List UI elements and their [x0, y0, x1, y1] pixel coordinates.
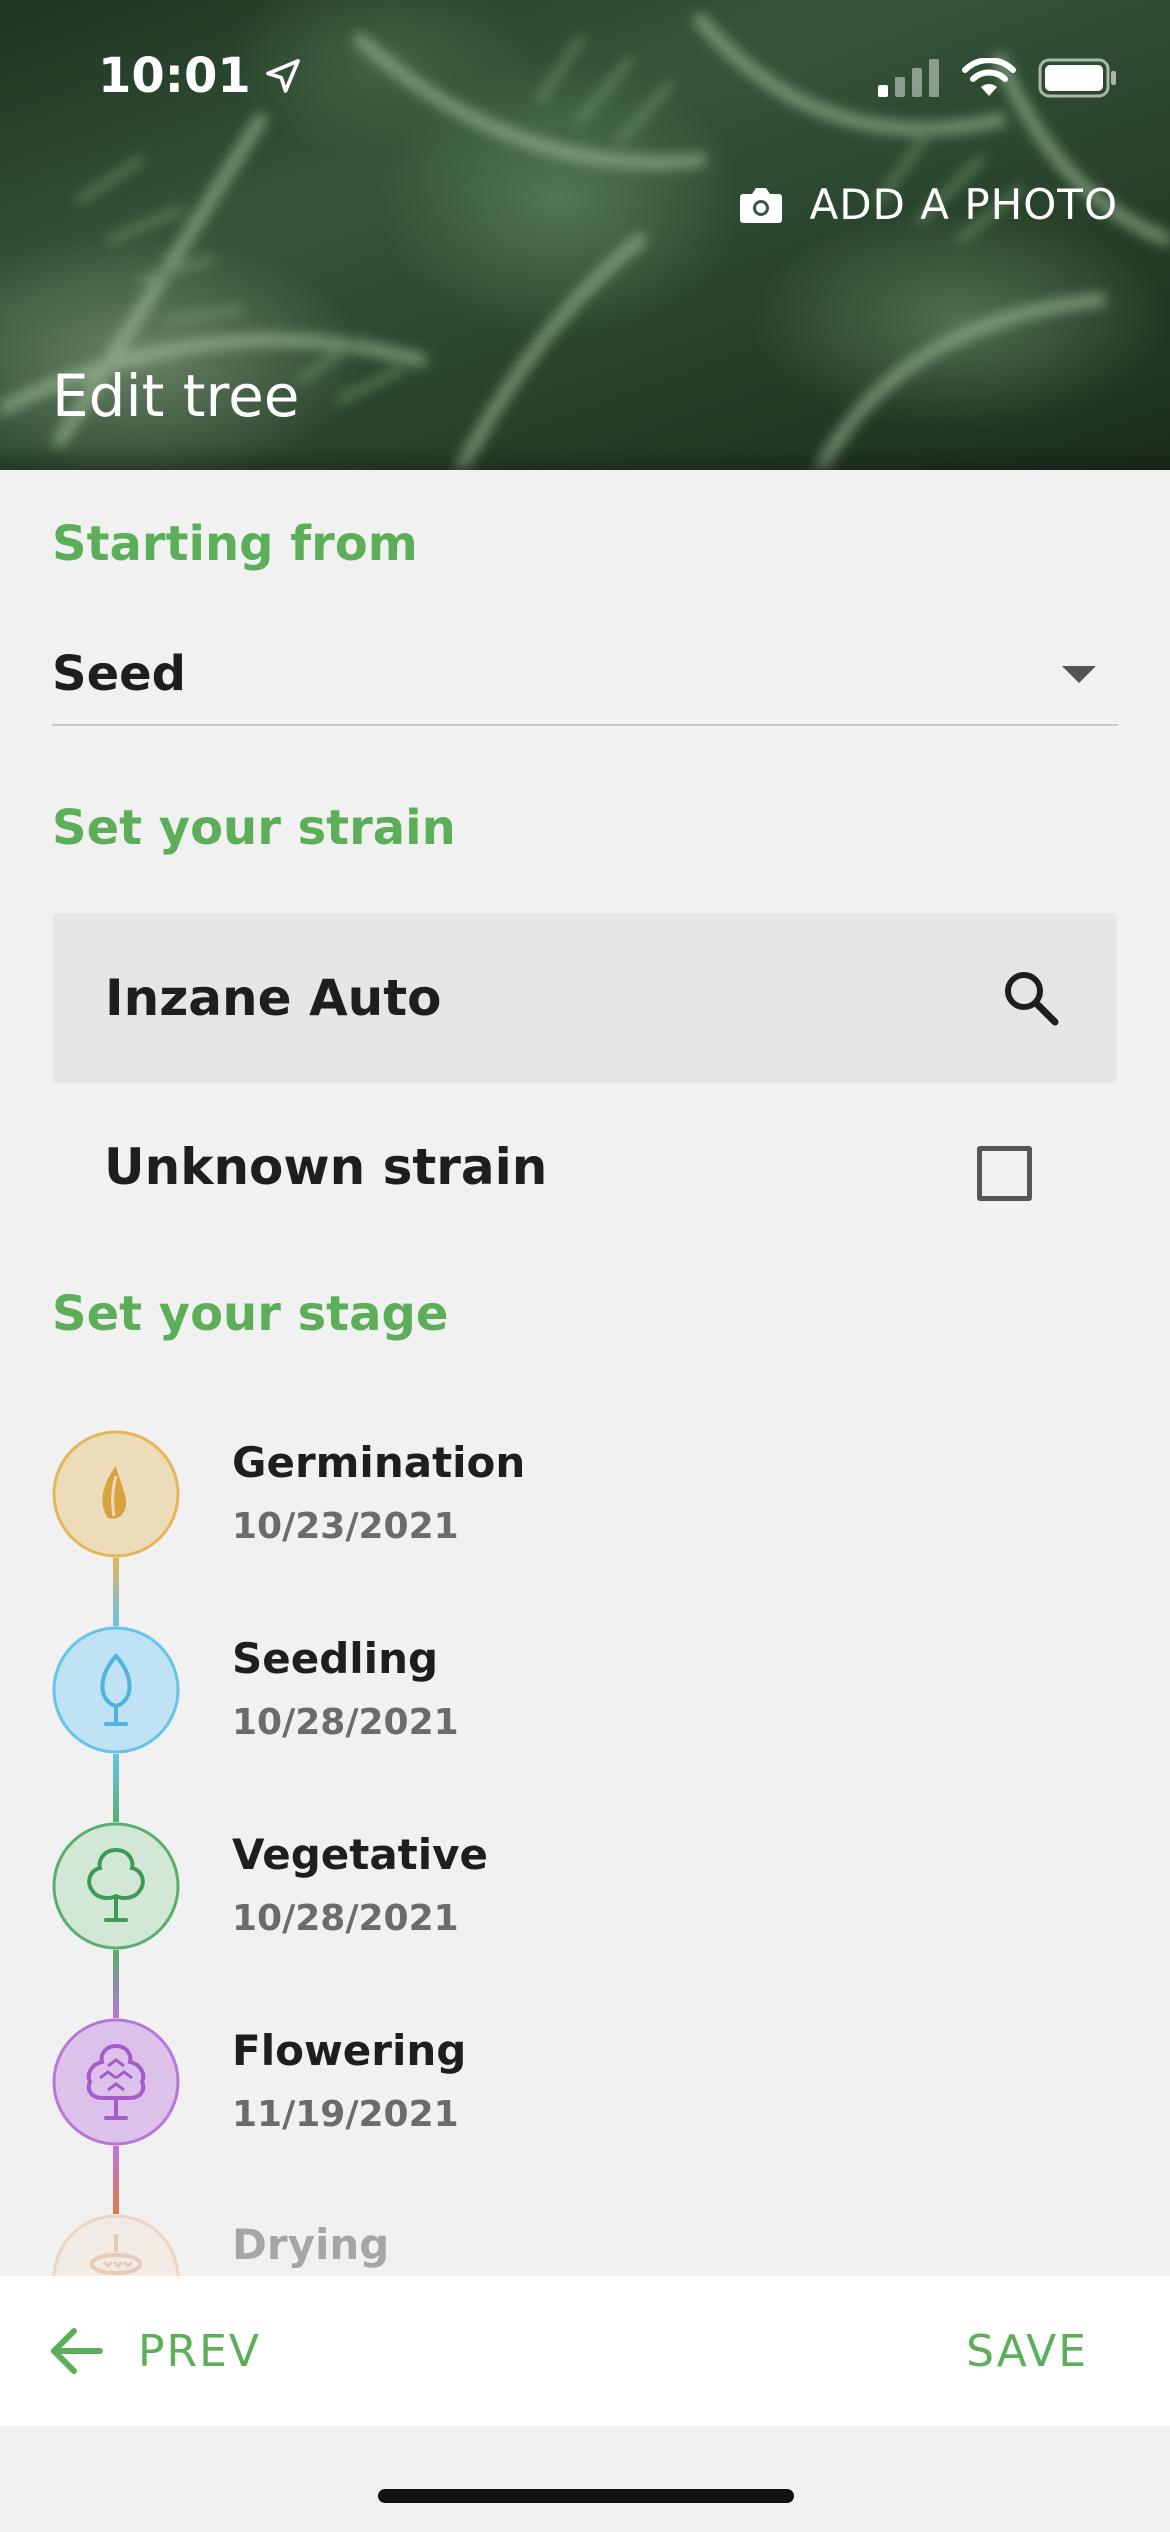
stage-drying-circle[interactable]: [52, 2214, 180, 2276]
prev-button[interactable]: PREV: [48, 2316, 261, 2386]
stage-seedling-circle[interactable]: [52, 1626, 180, 1754]
stage-germination-name[interactable]: Germination: [232, 1438, 525, 1487]
timeline-connector: [113, 1950, 119, 2018]
stage-vegetative-date[interactable]: 10/28/2021: [232, 1898, 459, 1939]
flower-tree-icon: [52, 2018, 180, 2146]
header-photo: 10:01 ADD A PHOTO Edit tree: [0, 0, 1170, 470]
bottom-action-bar: PREV SAVE: [0, 2276, 1170, 2426]
add-photo-label: ADD A PHOTO: [809, 180, 1118, 229]
strain-search-value: Inzane Auto: [105, 969, 442, 1027]
battery-icon: [1038, 58, 1116, 98]
prev-label: PREV: [138, 2325, 262, 2377]
save-button[interactable]: SAVE: [966, 2316, 1088, 2386]
timeline-connector: [113, 2146, 119, 2214]
timeline-connector: [113, 1754, 119, 1822]
sprout-icon: [52, 1430, 180, 1558]
drying-icon: [52, 2214, 180, 2276]
search-icon[interactable]: [1001, 968, 1061, 1028]
stage-seedling-date[interactable]: 10/28/2021: [232, 1702, 459, 1743]
status-bar-time: 10:01: [98, 48, 303, 104]
page-title: Edit tree: [52, 362, 300, 430]
timeline-connector: [113, 1558, 119, 1626]
stage-timeline: Germination 10/23/2021 Seedling 10/28/20…: [0, 1400, 1170, 2276]
arrow-left-icon: [51, 2328, 103, 2374]
stage-germination-date[interactable]: 10/23/2021: [232, 1506, 459, 1547]
status-time-text: 10:01: [98, 48, 251, 104]
wifi-icon: [962, 58, 1016, 96]
tree-icon: [52, 1822, 180, 1950]
status-bar-icons: [878, 58, 1118, 98]
stage-seedling-name[interactable]: Seedling: [232, 1634, 438, 1683]
starting-from-value: Seed: [52, 646, 187, 702]
stage-vegetative-name[interactable]: Vegetative: [232, 1830, 488, 1879]
stage-vegetative-circle[interactable]: [52, 1822, 180, 1950]
stage-drying-name[interactable]: Drying: [232, 2220, 389, 2269]
save-label: SAVE: [966, 2325, 1088, 2377]
cellular-signal-icon: [878, 59, 939, 97]
stage-germination-circle[interactable]: [52, 1430, 180, 1558]
home-indicator[interactable]: [378, 2489, 794, 2503]
starting-from-heading: Starting from: [52, 516, 418, 572]
stage-flowering-date[interactable]: 11/19/2021: [232, 2094, 459, 2135]
header-shadow: [0, 446, 1170, 470]
unknown-strain-label: Unknown strain: [104, 1138, 548, 1196]
unknown-strain-checkbox[interactable]: [977, 1146, 1032, 1201]
starting-from-select[interactable]: Seed: [52, 630, 1118, 726]
location-arrow-icon: [265, 59, 300, 93]
dropdown-caret-icon: [1062, 666, 1096, 683]
strain-heading: Set your strain: [52, 800, 456, 856]
add-photo-button[interactable]: ADD A PHOTO: [739, 180, 1118, 229]
stage-heading: Set your stage: [52, 1286, 449, 1342]
stage-flowering-circle[interactable]: [52, 2018, 180, 2146]
strain-search-input[interactable]: Inzane Auto: [53, 913, 1117, 1083]
leaf-icon: [52, 1626, 180, 1754]
camera-icon: [740, 187, 783, 223]
stage-flowering-name[interactable]: Flowering: [232, 2026, 466, 2075]
